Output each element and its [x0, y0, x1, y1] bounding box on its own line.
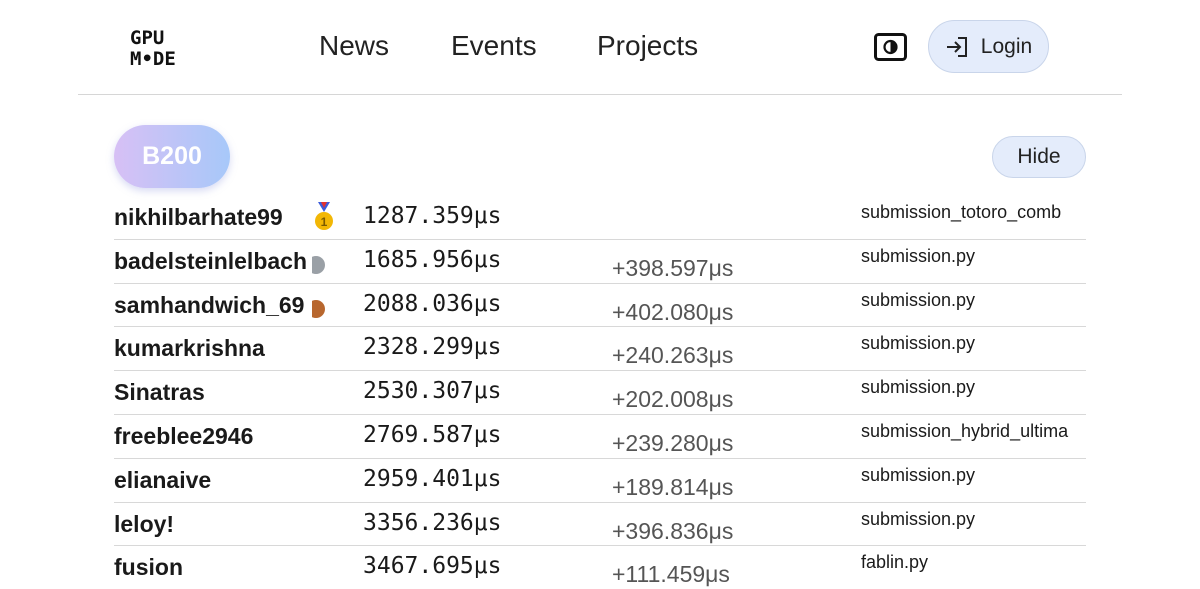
row-submission-file[interactable]: submission.py	[861, 290, 1086, 311]
row-username: elianaive	[114, 466, 212, 493]
row-username: badelsteinlelbach	[114, 247, 308, 274]
logo-mark: GPU M•DE	[130, 27, 176, 68]
row-submission-file[interactable]: submission.py	[861, 333, 1086, 354]
row-time: 2959.401μs	[363, 465, 502, 492]
row-username: nikhilbarhate99	[114, 204, 283, 230]
row-username: samhandwich_69	[114, 291, 305, 318]
gold-medal-icon: 1	[312, 202, 336, 232]
row-time: 1685.956μs	[363, 246, 502, 273]
row-time: 1287.359μs	[363, 203, 502, 229]
silver-medal-icon	[312, 246, 336, 276]
row-submission-file[interactable]: submission.py	[861, 377, 1086, 398]
svg-text:1: 1	[321, 215, 328, 229]
row-time: 2328.299μs	[363, 334, 502, 361]
contrast-icon	[874, 33, 907, 61]
leaderboard-row: nikhilbarhate99 1 1287.359μs submission_tot…	[114, 196, 1086, 240]
row-username: leloy!	[114, 510, 175, 537]
row-delta: +111.459μs	[612, 561, 730, 588]
nav-events[interactable]: Events	[451, 30, 537, 62]
row-time: 3467.695μs	[363, 553, 502, 580]
row-submission-file[interactable]: submission.py	[861, 509, 1086, 530]
row-time: 3356.236μs	[363, 509, 502, 536]
row-time: 2530.307μs	[363, 378, 502, 405]
login-label: Login	[980, 34, 1033, 58]
row-submission-file[interactable]: submission.py	[861, 465, 1086, 486]
row-delta: +396.836μs	[612, 517, 734, 544]
row-time: 2088.036μs	[363, 290, 502, 317]
row-submission-file[interactable]: submission.py	[861, 246, 1086, 267]
leaderboard-row: kumarkrishna 2328.299μs +240.263μs submissi…	[114, 327, 1086, 372]
row-delta: +189.814μs	[612, 473, 734, 500]
row-delta: +239.280μs	[612, 429, 734, 456]
leaderboard-row: leloy! 3356.236μs +396.836μs submission.py	[114, 503, 1086, 547]
row-username: kumarkrishna	[114, 335, 265, 362]
row-delta: +398.597μs	[612, 254, 734, 281]
nav-projects[interactable]: Projects	[597, 30, 698, 62]
leaderboard-row: badelsteinlelbach 1685.956μs +398.597μs sub…	[114, 240, 1086, 284]
row-time: 2769.587μs	[363, 421, 502, 448]
row-submission-file[interactable]: submission_hybrid_ultima	[861, 421, 1086, 442]
gpu-mode-logo[interactable]: GPU M•DE	[128, 26, 210, 68]
leaderboard-row: fusion 3467.695μs +111.459μs fablin.py	[114, 546, 1086, 589]
leaderboard-row: freeblee2946 2769.587μs +239.280μs submissi…	[114, 415, 1086, 459]
login-button[interactable]: Login	[928, 20, 1049, 73]
row-delta: +202.008μs	[612, 386, 734, 413]
row-delta: +402.080μs	[612, 298, 734, 325]
hide-button[interactable]: Hide	[992, 136, 1086, 178]
bronze-medal-icon	[312, 290, 336, 320]
theme-toggle-button[interactable]	[874, 33, 907, 61]
leaderboard-row: samhandwich_69 2088.036μs +402.080μs submis…	[114, 284, 1086, 328]
logo-line2: M•DE	[130, 48, 176, 68]
row-username: freeblee2946	[114, 422, 254, 449]
leaderboard-row: elianaive 2959.401μs +189.814μs submission.…	[114, 459, 1086, 503]
leaderboard: nikhilbarhate99 1 1287.359μs submission_tot…	[114, 196, 1086, 589]
nav-news[interactable]: News	[319, 30, 389, 62]
row-username: Sinatras	[114, 379, 205, 406]
row-submission-file[interactable]: fablin.py	[861, 552, 1086, 573]
row-username: fusion	[114, 554, 183, 581]
login-arrow-icon	[946, 36, 967, 57]
row-delta: +240.263μs	[612, 342, 734, 369]
logo-line1: GPU	[130, 27, 164, 49]
header-divider	[78, 94, 1122, 95]
row-submission-file[interactable]: submission_totoro_comb	[861, 202, 1086, 223]
leaderboard-row: Sinatras 2530.307μs +202.008μs submission.p…	[114, 371, 1086, 415]
gpu-badge: B200	[114, 125, 230, 188]
